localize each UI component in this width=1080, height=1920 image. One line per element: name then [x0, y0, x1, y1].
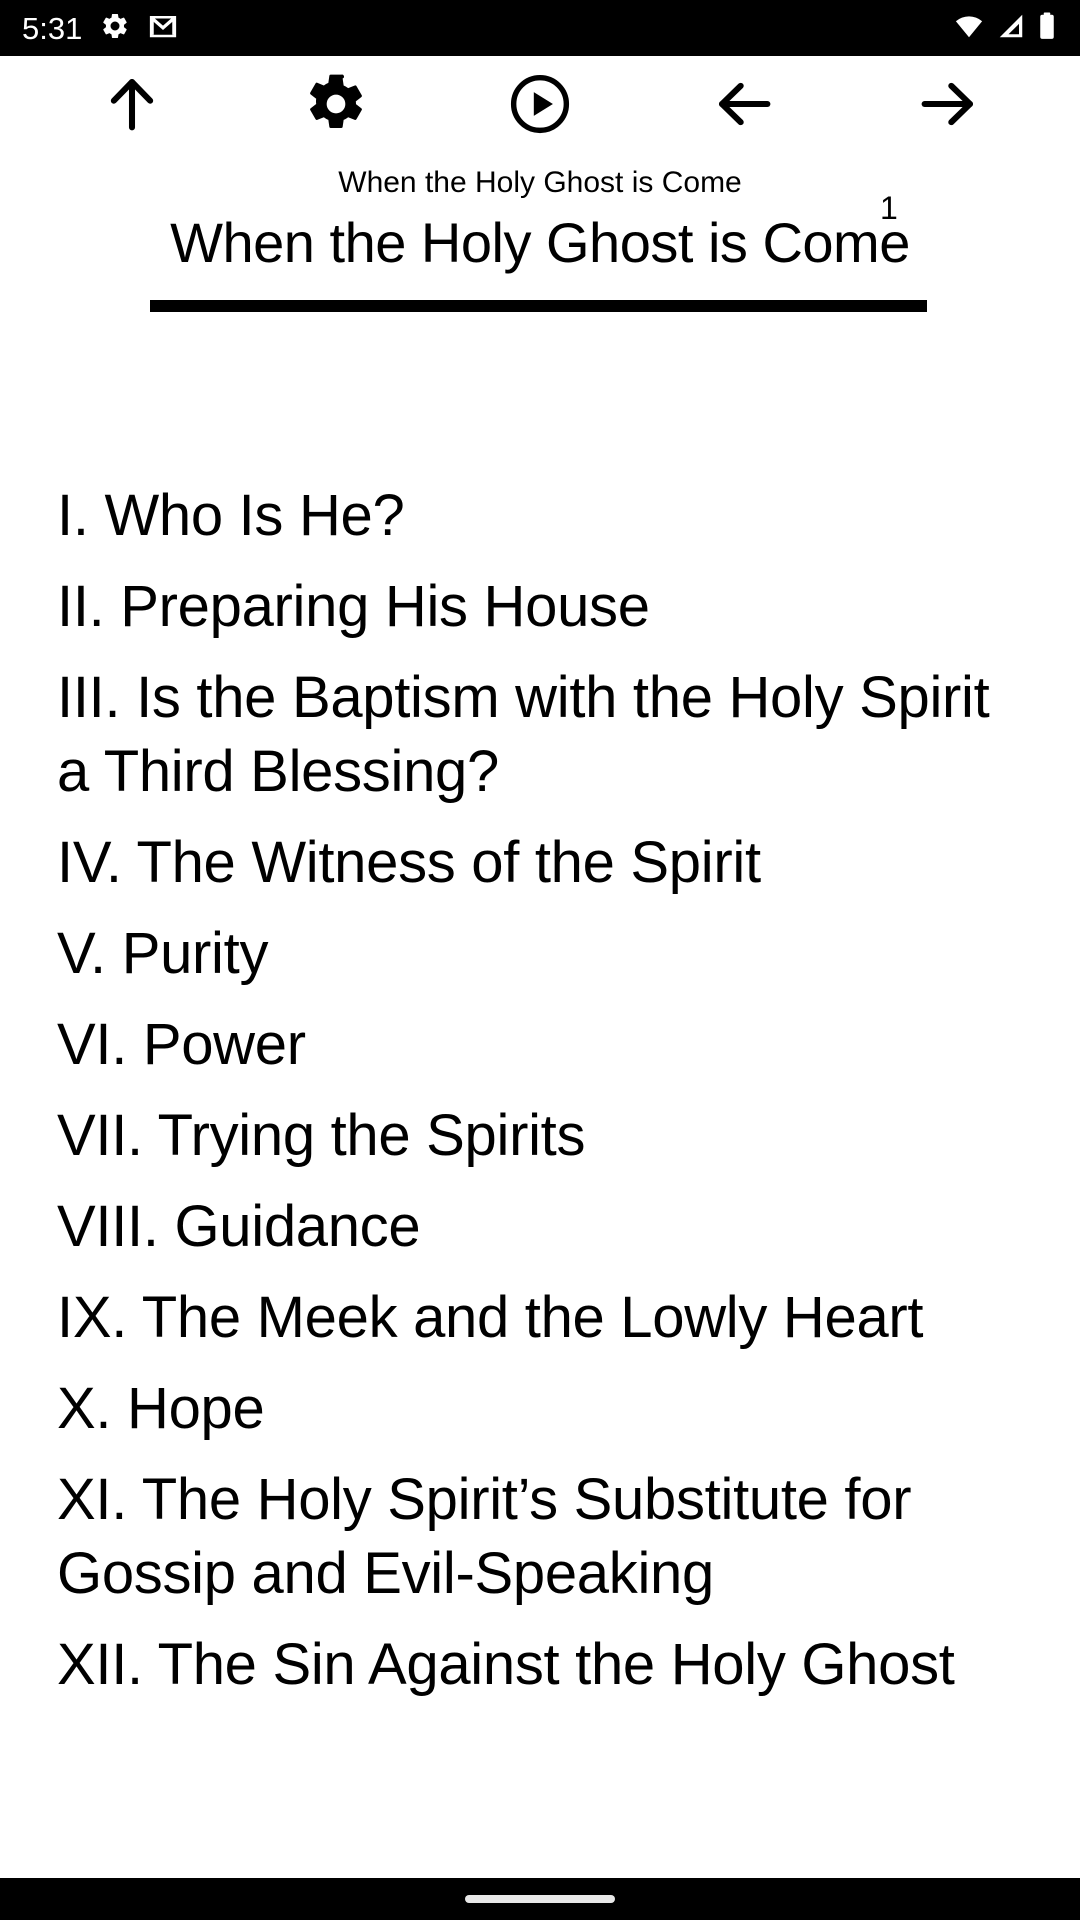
- toc-item[interactable]: XII. The Sin Against the Holy Ghost: [57, 1628, 1032, 1702]
- toc-item[interactable]: IX. The Meek and the Lowly Heart: [57, 1281, 1032, 1355]
- toc-item[interactable]: IV. The Witness of the Spirit: [57, 826, 1032, 900]
- wifi-icon: [952, 11, 986, 46]
- toc-item[interactable]: V. Purity: [57, 917, 1032, 991]
- arrow-right-icon: [915, 71, 981, 140]
- table-of-contents: I. Who Is He? II. Preparing His House II…: [57, 479, 1032, 1719]
- arrow-left-icon: [711, 71, 777, 140]
- toc-item[interactable]: VIII. Guidance: [57, 1190, 1032, 1264]
- app-toolbar: [0, 56, 1080, 154]
- play-button[interactable]: [485, 60, 595, 150]
- scroll-up-button[interactable]: [77, 60, 187, 150]
- toc-item[interactable]: XI. The Holy Spirit’s Substitute for Gos…: [57, 1463, 1032, 1611]
- next-page-button[interactable]: [893, 60, 1003, 150]
- system-navigation-bar: [0, 1878, 1080, 1920]
- gear-icon: [304, 72, 368, 139]
- toc-item[interactable]: II. Preparing His House: [57, 570, 1032, 644]
- status-bar-clock: 5:31: [22, 10, 83, 46]
- status-bar-right: [952, 11, 1058, 46]
- toc-item[interactable]: VI. Power: [57, 1008, 1032, 1082]
- arrow-up-icon: [99, 71, 165, 140]
- document-title: When the Holy Ghost is Come: [170, 211, 910, 274]
- toc-item[interactable]: III. Is the Baptism with the Holy Spirit…: [57, 661, 1032, 809]
- gmail-icon: [148, 11, 178, 46]
- settings-button[interactable]: [281, 60, 391, 150]
- cell-signal-icon: [995, 11, 1027, 46]
- running-header-title: When the Holy Ghost is Come: [338, 166, 742, 199]
- status-bar-left: 5:31: [22, 11, 178, 46]
- toc-item[interactable]: VII. Trying the Spirits: [57, 1099, 1032, 1173]
- battery-icon: [1036, 11, 1058, 46]
- status-bar: 5:31: [0, 0, 1080, 56]
- document-page[interactable]: When the Holy Ghost is Come 1 When the H…: [0, 150, 1080, 1878]
- title-divider-rule: [150, 300, 927, 312]
- toc-item[interactable]: I. Who Is He?: [57, 479, 1032, 553]
- previous-page-button[interactable]: [689, 60, 799, 150]
- toc-item[interactable]: X. Hope: [57, 1372, 1032, 1446]
- document-title-container: When the Holy Ghost is Come: [0, 210, 1080, 305]
- gesture-home-pill[interactable]: [465, 1895, 615, 1903]
- play-circle-icon: [509, 73, 571, 138]
- settings-gear-icon: [100, 11, 130, 46]
